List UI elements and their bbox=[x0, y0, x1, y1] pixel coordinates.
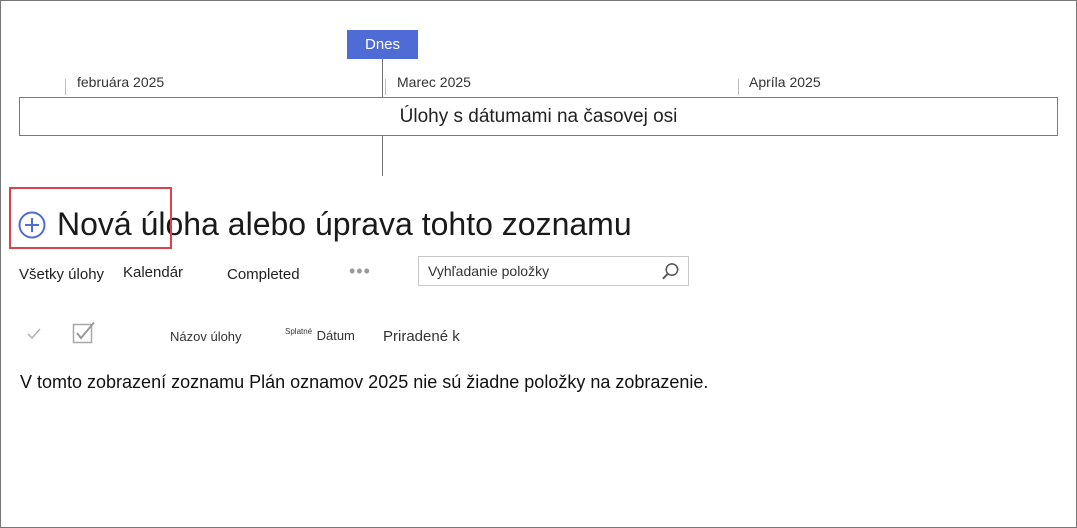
month-label-march: Marec 2025 bbox=[397, 74, 471, 90]
month-label-february: februára 2025 bbox=[77, 74, 165, 90]
new-task-label[interactable]: Nová úloha alebo úprava tohto zoznamu bbox=[57, 206, 632, 243]
search-box[interactable] bbox=[418, 256, 689, 286]
tab-completed[interactable]: Completed bbox=[227, 266, 300, 283]
column-task-name[interactable]: Názov úlohy bbox=[170, 329, 242, 344]
month-tick-february bbox=[65, 79, 66, 95]
search-input[interactable] bbox=[428, 263, 648, 279]
ellipsis-icon[interactable]: ••• bbox=[349, 261, 371, 282]
page-frame: Dnes februára 2025 Marec 2025 Apríla 202… bbox=[0, 0, 1077, 528]
tab-calendar[interactable]: Kalendár bbox=[123, 264, 183, 281]
timeline-bar[interactable]: Úlohy s dátumami na časovej osi bbox=[19, 97, 1058, 136]
column-due-date-label: Dátum bbox=[316, 328, 355, 343]
tab-all-tasks[interactable]: Všetky úlohy bbox=[19, 266, 104, 283]
month-tick-march bbox=[385, 79, 386, 95]
select-all-checkbox-icon[interactable] bbox=[72, 321, 96, 345]
new-task-link[interactable]: Nová úloha alebo úprava tohto zoznamu bbox=[17, 206, 632, 243]
empty-list-message: V tomto zobrazení zoznamu Plán oznamov 2… bbox=[20, 372, 709, 392]
checkmark-icon bbox=[27, 328, 41, 340]
plus-circle-icon[interactable] bbox=[17, 210, 47, 240]
timeline-bar-label: Úlohy s dátumami na časovej osi bbox=[399, 105, 678, 127]
column-due-date-prefix: Splatné bbox=[285, 327, 313, 336]
column-assigned-to[interactable]: Priradené k bbox=[383, 328, 460, 345]
today-marker: Dnes bbox=[347, 30, 418, 59]
column-due-date[interactable]: Splatné Dátum bbox=[285, 327, 355, 345]
month-tick-april bbox=[738, 79, 739, 95]
search-icon[interactable] bbox=[661, 262, 680, 281]
month-label-april: Apríla 2025 bbox=[749, 74, 821, 90]
